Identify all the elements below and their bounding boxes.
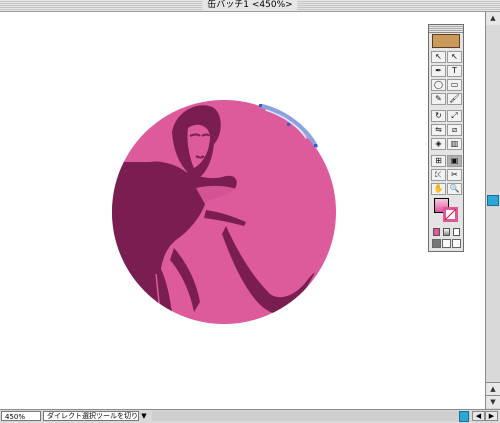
none-mode-icon[interactable] <box>453 228 460 236</box>
illustrator-document-window: 缶バッチ1 <450%> ▲ ▲ ▼ 450% ダイレクト選択ツールを切り ▼ … <box>0 0 500 423</box>
ellipse-tool-icon[interactable]: ◯ <box>431 79 446 91</box>
screen-mode-standard-icon[interactable] <box>432 239 441 248</box>
tool-status-field[interactable]: ダイレクト選択ツールを切り換え <box>43 411 139 421</box>
scroll-down-button[interactable]: ▼ <box>486 395 500 408</box>
pencil-tool-icon[interactable]: ✎ <box>431 93 446 105</box>
pen-tool-icon[interactable]: ✒ <box>431 65 446 77</box>
screen-mode-full-icon[interactable] <box>452 239 461 248</box>
rectangle-tool-icon[interactable]: ▭ <box>447 79 462 91</box>
stroke-swatch[interactable] <box>443 207 458 222</box>
scroll-left-button[interactable]: ◀ <box>472 411 485 421</box>
brush-tool-icon[interactable]: 🖌 <box>447 93 462 105</box>
color-mode-icon[interactable] <box>433 228 440 236</box>
horizontal-scroll-thumb[interactable] <box>459 411 469 422</box>
reflect-tool-icon[interactable]: ⇋ <box>431 124 446 136</box>
shear-tool-icon[interactable]: ⧄ <box>447 124 462 136</box>
scale-tool-icon[interactable]: ⤢ <box>447 110 462 122</box>
vertical-scrollbar[interactable]: ▲ ▲ ▼ <box>485 12 500 409</box>
toolbox-title-bar[interactable] <box>429 25 463 33</box>
screen-mode-full-menu-icon[interactable] <box>442 239 451 248</box>
status-menu-arrow-icon[interactable]: ▼ <box>139 411 149 421</box>
app-logo-icon[interactable] <box>432 34 460 48</box>
gradient-tool-icon[interactable]: ▣ <box>447 155 462 167</box>
mesh-tool-icon[interactable]: ⊞ <box>431 155 446 167</box>
blend-tool-icon[interactable]: ◈ <box>431 138 446 150</box>
direct-selection-tool-icon[interactable]: ↖ <box>447 51 462 63</box>
title-bar[interactable]: 缶バッチ1 <450%> <box>0 0 500 12</box>
artboard-canvas[interactable] <box>0 12 485 409</box>
graph-tool-icon[interactable]: ▥ <box>447 138 462 150</box>
selection-tool-icon[interactable]: ↖ <box>431 51 446 63</box>
bottom-status-and-scroll-bar: 450% ダイレクト選択ツールを切り換え ▼ ◀ ▶ <box>0 409 500 423</box>
zoom-tool-icon[interactable]: 🔍 <box>447 183 462 195</box>
zoom-level-field[interactable]: 450% <box>1 411 41 421</box>
rotate-tool-icon[interactable]: ↻ <box>431 110 446 122</box>
eyedropper-tool-icon[interactable]: ⤪ <box>431 169 446 181</box>
window-title: 缶バッチ1 <450%> <box>202 0 298 11</box>
scroll-up-button-lower[interactable]: ▲ <box>486 382 500 395</box>
scroll-up-button[interactable]: ▲ <box>486 12 500 25</box>
scroll-right-button[interactable]: ▶ <box>485 411 498 421</box>
type-tool-icon[interactable]: T <box>447 65 462 77</box>
hand-tool-icon[interactable]: ✋ <box>431 183 446 195</box>
fill-stroke-selector[interactable] <box>432 196 460 223</box>
gradient-mode-icon[interactable] <box>443 228 450 236</box>
scissors-tool-icon[interactable]: ✂ <box>447 169 462 181</box>
horizontal-scroll-track[interactable] <box>152 411 470 422</box>
vertical-scroll-thumb[interactable] <box>487 195 499 206</box>
badge-artwork[interactable] <box>0 12 485 409</box>
toolbox-palette: ↖ ↖ ✒ T ◯ ▭ ✎ 🖌 ↻ ⤢ ⇋ ⧄ ◈ ▥ ⊞ ▣ ⤪ ✂ ✋ 🔍 <box>428 24 464 252</box>
